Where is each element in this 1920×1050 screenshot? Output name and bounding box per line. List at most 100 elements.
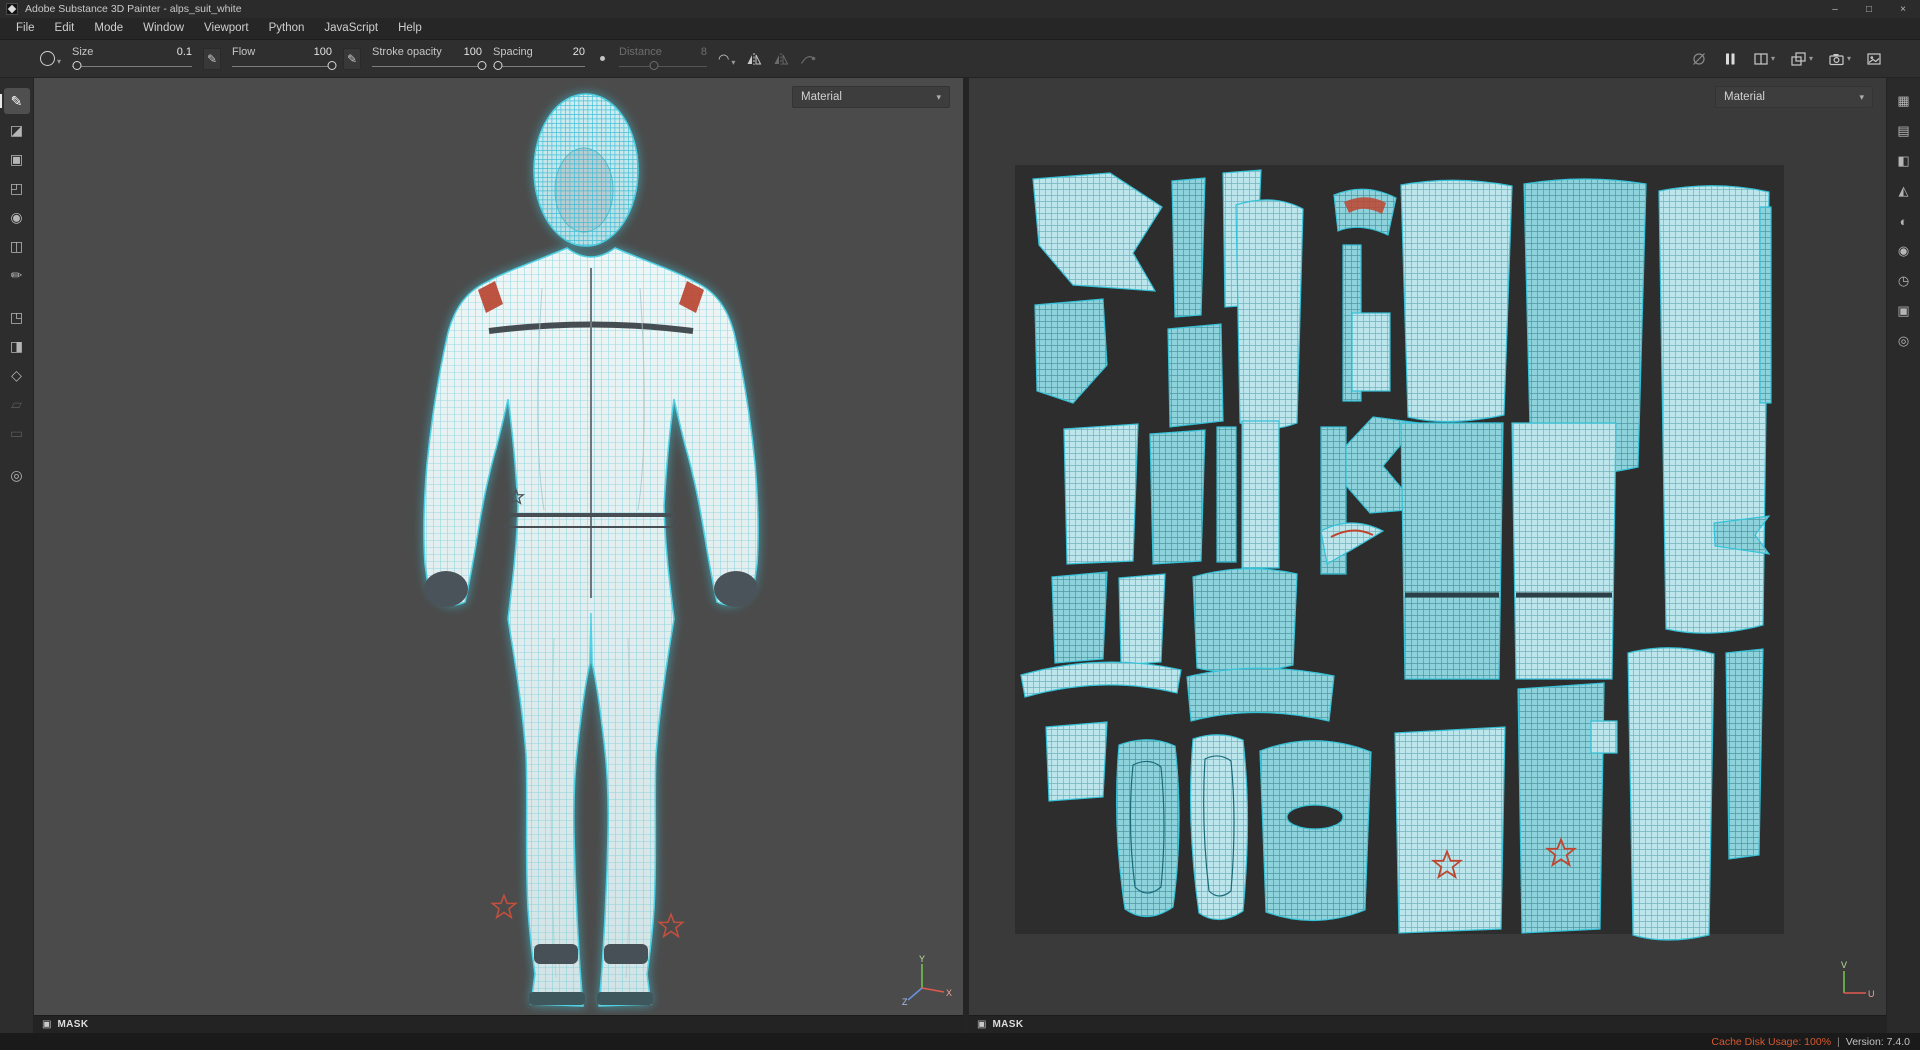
effects-icon: ◎ <box>10 466 23 483</box>
panel-log[interactable]: ▣ <box>1891 298 1917 324</box>
camera-button[interactable]: ▾ <box>1828 51 1851 67</box>
display-settings-icon: ◐ <box>1899 213 1908 229</box>
material-picker-icon: ✏ <box>10 266 23 283</box>
chevron-down-icon: ▾ <box>1859 91 1864 102</box>
tool-clone[interactable]: ◫ <box>4 233 30 259</box>
viewport-2d[interactable]: Material ▾ V U ▣ MASK <box>969 78 1886 1033</box>
main-area: ✎ ◪ ▣ ◰ ◉ ◫ ✏ ◳ ◨ ◇ ▱ ▭ ◎ Material ▾ Y X… <box>0 78 1920 1033</box>
brush-preview-button[interactable]: ▾ <box>40 51 61 66</box>
axis-gizmo-3d: Y X Z <box>902 955 952 1007</box>
export-icon: ◳ <box>9 308 24 325</box>
tool-strip: ✎ ◪ ▣ ◰ ◉ ◫ ✏ ◳ ◨ ◇ ▱ ▭ ◎ <box>0 78 34 1033</box>
size-value[interactable]: 0.1 <box>177 46 192 58</box>
particles-icon: ▱ <box>11 395 22 412</box>
size-slider-group: Size 0.1 <box>72 44 193 74</box>
tool-symmetry: ▭ <box>4 420 30 446</box>
close-button[interactable]: × <box>1886 0 1920 18</box>
size-slider[interactable] <box>72 61 193 72</box>
viewport-layout-button[interactable]: ▾ <box>1753 51 1775 67</box>
menu-python[interactable]: Python <box>259 18 315 39</box>
symmetry-button[interactable] <box>746 52 762 66</box>
menu-file[interactable]: File <box>6 18 45 39</box>
tool-paint[interactable]: ✎ <box>0 88 30 114</box>
spacing-slider-group: Spacing 20 <box>493 44 586 74</box>
panel-texture-set-settings[interactable]: ◧ <box>1891 148 1917 174</box>
eye-off-icon <box>1693 52 1705 65</box>
mask-bar-2d[interactable]: ▣ MASK <box>969 1015 1886 1033</box>
flow-slider-group: Flow 100 <box>232 44 337 74</box>
tool-material-picker[interactable]: ✏ <box>4 262 30 288</box>
polygon-fill-icon: ◰ <box>9 179 24 196</box>
panel-history[interactable]: ◷ <box>1891 268 1917 294</box>
axis-z-label: Z <box>902 997 908 1007</box>
menu-viewport[interactable]: Viewport <box>194 18 259 39</box>
menu-javascript[interactable]: JavaScript <box>314 18 388 39</box>
menu-help[interactable]: Help <box>388 18 432 39</box>
viewport-3d-canvas[interactable] <box>34 78 963 1015</box>
spacing-slider-handle[interactable] <box>493 61 503 70</box>
minimize-button[interactable]: – <box>1818 0 1852 18</box>
flow-slider[interactable] <box>232 61 337 72</box>
maximize-button[interactable]: □ <box>1852 0 1886 18</box>
mask-label: MASK <box>992 1019 1024 1030</box>
smudge-icon: ◉ <box>10 208 23 225</box>
distance-slider-group: Distance 8 <box>619 44 708 74</box>
mask-toggle-icon[interactable]: ▣ <box>977 1019 986 1030</box>
panel-shader-settings[interactable]: ◭ <box>1891 178 1917 204</box>
material-stack-icon <box>1791 51 1806 66</box>
status-separator: | <box>1837 1035 1840 1048</box>
flow-slider-handle[interactable] <box>327 61 337 70</box>
chevron-down-icon: ▾ <box>1846 53 1851 63</box>
tool-smart-material[interactable]: ◇ <box>4 362 30 388</box>
status-bar: Cache Disk Usage: 100% | Version: 7.4.0 <box>0 1033 1920 1050</box>
stroke-opacity-value[interactable]: 100 <box>464 46 482 58</box>
eraser-icon: ◪ <box>9 121 24 138</box>
mask-toggle-icon[interactable]: ▣ <box>42 1019 51 1030</box>
falloff-curve-icon: ◠ <box>718 50 730 66</box>
screenshot-button[interactable] <box>1866 51 1882 67</box>
stroke-opacity-slider-handle[interactable] <box>477 61 487 70</box>
flow-value[interactable]: 100 <box>314 46 332 58</box>
material-mode-select-2d[interactable]: Material ▾ <box>1715 86 1873 108</box>
tool-effects[interactable]: ◎ <box>4 462 30 488</box>
tool-eraser[interactable]: ◪ <box>4 117 30 143</box>
chevron-down-icon: ▾ <box>57 57 62 66</box>
panel-display-settings[interactable]: ◐ <box>1891 208 1917 234</box>
shader-settings-icon: ◭ <box>1898 183 1909 198</box>
mask-bar-3d[interactable]: ▣ MASK <box>34 1015 963 1033</box>
material-mode-select-3d[interactable]: Material ▾ <box>792 86 950 108</box>
lazy-mouse-button <box>800 52 816 66</box>
window-controls: – □ × <box>1818 0 1920 18</box>
tool-export[interactable]: ◳ <box>4 304 30 330</box>
spacing-slider[interactable] <box>493 61 586 72</box>
symmetry-plane-icon: ▭ <box>9 424 24 441</box>
shading-mode-button[interactable]: ▾ <box>1790 51 1813 67</box>
panel-properties[interactable]: ◎ <box>1891 328 1917 354</box>
viewer-settings-icon: ◉ <box>1897 243 1910 258</box>
stroke-opacity-label: Stroke opacity <box>372 45 442 58</box>
spacing-value[interactable]: 20 <box>573 46 585 58</box>
viewport-3d[interactable]: Material ▾ Y X Z ▣ MASK <box>34 78 963 1033</box>
size-slider-handle[interactable] <box>72 61 82 70</box>
pause-engine-button[interactable] <box>1722 51 1738 67</box>
viewport-2d-canvas[interactable] <box>969 78 1886 1015</box>
overlay-visibility-button[interactable] <box>1691 51 1707 67</box>
menu-mode[interactable]: Mode <box>84 18 133 39</box>
panel-texture-set-list[interactable]: ▦ <box>1891 88 1917 114</box>
paint-brush-icon: ✎ <box>10 92 23 109</box>
flow-pen-pressure-toggle[interactable]: ✎ <box>203 47 222 70</box>
clone-stamp-icon: ◫ <box>9 237 24 254</box>
stroke-opacity-slider[interactable] <box>372 61 487 72</box>
tool-polygon-fill[interactable]: ◰ <box>4 175 30 201</box>
falloff-curve-button[interactable]: ◠ ▾ <box>718 51 735 67</box>
menu-window[interactable]: Window <box>133 18 194 39</box>
tool-projection[interactable]: ▣ <box>4 146 30 172</box>
tool-smudge[interactable]: ◉ <box>4 204 30 230</box>
distance-toggle-icon[interactable] <box>596 56 608 61</box>
panel-viewer-settings[interactable]: ◉ <box>1891 238 1917 264</box>
distance-value: 8 <box>700 45 708 58</box>
tool-geometry-mask[interactable]: ◨ <box>4 333 30 359</box>
opacity-pen-pressure-toggle[interactable]: ✎ <box>343 47 362 70</box>
menu-edit[interactable]: Edit <box>45 18 85 39</box>
panel-layers[interactable]: ▤ <box>1891 118 1917 144</box>
